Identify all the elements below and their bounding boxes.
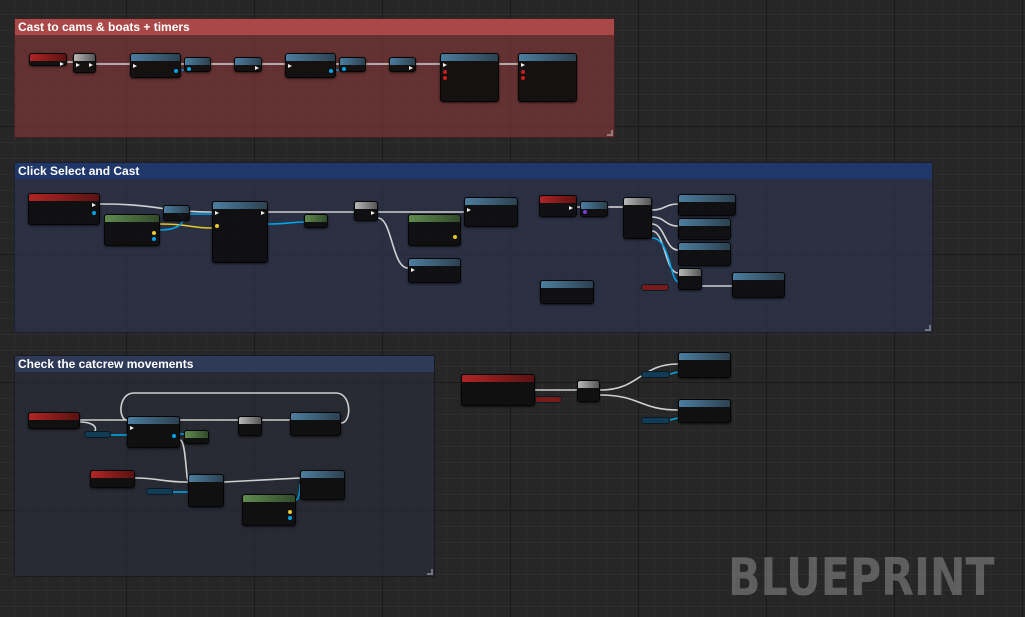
exec-pin-icon[interactable] xyxy=(92,203,96,207)
node-set-var-4[interactable] xyxy=(389,57,416,72)
node-cast-player-camera[interactable] xyxy=(130,53,181,78)
resize-grip-icon[interactable] xyxy=(427,569,433,575)
comment-title-select[interactable]: Click Select and Cast xyxy=(15,163,932,179)
exec-pin-icon[interactable] xyxy=(411,268,415,272)
comment-title-timers[interactable]: Cast to cams & boats + timers xyxy=(15,19,614,35)
node-set-var-1[interactable] xyxy=(184,57,211,72)
node-reset-2[interactable] xyxy=(678,399,731,423)
node-branch-2[interactable] xyxy=(678,268,702,290)
resize-grip-icon[interactable] xyxy=(925,325,931,331)
node-get-location-1[interactable] xyxy=(104,214,160,246)
node-switch-target-1[interactable] xyxy=(678,194,736,216)
node-spawn-system[interactable] xyxy=(212,201,268,263)
node-switch-target-3[interactable] xyxy=(678,242,731,266)
exec-pin-icon[interactable] xyxy=(443,63,447,67)
enum-pin-icon[interactable] xyxy=(583,210,587,214)
node-get-location-2[interactable] xyxy=(408,214,461,246)
exec-pin-icon[interactable] xyxy=(255,66,259,70)
reroute-red-2[interactable] xyxy=(535,396,562,403)
exec-pin-icon[interactable] xyxy=(215,211,219,215)
node-check-crew[interactable] xyxy=(408,258,461,283)
vector-pin-icon[interactable] xyxy=(215,224,219,228)
object-pin-icon[interactable] xyxy=(521,70,525,74)
object-pin-icon[interactable] xyxy=(187,67,191,71)
node-event-check[interactable] xyxy=(539,195,577,217)
node-get-all-actors[interactable] xyxy=(127,416,180,448)
node-check-crew-2[interactable] xyxy=(732,272,785,298)
object-pin-icon[interactable] xyxy=(172,434,176,438)
comment-box-select[interactable]: Click Select and Cast xyxy=(14,162,933,333)
exec-pin-icon[interactable] xyxy=(409,66,413,70)
object-pin-icon[interactable] xyxy=(92,211,96,215)
comment-box-catcrew[interactable]: Check the catcrew movements xyxy=(14,355,435,577)
node-event-reset[interactable] xyxy=(461,374,535,406)
reroute-red-1[interactable] xyxy=(641,284,669,291)
exec-pin-icon[interactable] xyxy=(261,211,265,215)
node-select-camera[interactable] xyxy=(540,280,594,304)
node-switch-target-2[interactable] xyxy=(678,218,731,240)
object-pin-icon[interactable] xyxy=(174,69,178,73)
node-switch[interactable] xyxy=(623,197,652,239)
exec-pin-icon[interactable] xyxy=(371,211,375,215)
node-reset-1[interactable] xyxy=(678,352,731,378)
reroute-blue-1[interactable] xyxy=(84,431,111,438)
object-pin-icon[interactable] xyxy=(329,69,333,73)
exec-pin-icon[interactable] xyxy=(467,208,471,212)
node-branch-3[interactable] xyxy=(238,416,262,436)
object-pin-icon[interactable] xyxy=(443,76,447,80)
exec-pin-icon[interactable] xyxy=(288,64,292,68)
node-is-valid-1[interactable] xyxy=(304,214,328,228)
node-event-click[interactable] xyxy=(28,193,100,225)
node-event-movement[interactable] xyxy=(28,412,80,429)
reroute-blue-3[interactable] xyxy=(641,371,670,378)
vector-pin-icon[interactable] xyxy=(152,231,156,235)
node-for-each[interactable] xyxy=(188,474,224,507)
object-pin-icon[interactable] xyxy=(152,237,156,241)
node-sequence[interactable] xyxy=(73,53,96,73)
node-is-valid-2[interactable] xyxy=(184,430,209,444)
node-set-var-2[interactable] xyxy=(234,57,262,72)
node-branch-1[interactable] xyxy=(354,201,378,221)
node-set-var-6[interactable] xyxy=(580,201,608,217)
object-pin-icon[interactable] xyxy=(521,76,525,80)
exec-pin-icon[interactable] xyxy=(521,63,525,67)
exec-pin-icon[interactable] xyxy=(89,63,93,67)
node-branch-4[interactable] xyxy=(577,380,600,402)
node-event-beginplay[interactable] xyxy=(29,53,67,66)
wire xyxy=(599,394,679,411)
exec-pin-icon[interactable] xyxy=(133,64,137,68)
object-pin-icon[interactable] xyxy=(443,70,447,74)
wire xyxy=(669,417,679,421)
vector-pin-icon[interactable] xyxy=(453,235,457,239)
wire xyxy=(669,371,679,375)
node-get-location-3[interactable] xyxy=(242,494,296,526)
exec-pin-icon[interactable] xyxy=(130,426,134,430)
node-set-timer-2[interactable] xyxy=(518,53,577,102)
exec-pin-icon[interactable] xyxy=(76,63,80,67)
node-cast-player-boat[interactable] xyxy=(285,53,336,78)
exec-pin-icon[interactable] xyxy=(60,62,64,66)
node-reset-gate[interactable] xyxy=(300,470,345,500)
object-pin-icon[interactable] xyxy=(288,516,292,520)
blueprint-graph-canvas[interactable]: Cast to cams & boats + timers Click Sele… xyxy=(0,0,1025,617)
reroute-blue-2[interactable] xyxy=(146,488,173,495)
object-pin-icon[interactable] xyxy=(342,67,346,71)
node-found-crew[interactable] xyxy=(290,412,341,436)
node-set-var-3[interactable] xyxy=(339,57,366,72)
blueprint-watermark: BLUEPRINT xyxy=(728,548,995,608)
reroute-blue-4[interactable] xyxy=(641,417,670,424)
resize-grip-icon[interactable] xyxy=(607,130,613,136)
node-event-found[interactable] xyxy=(90,470,135,488)
comment-title-catcrew[interactable]: Check the catcrew movements xyxy=(15,356,434,372)
vector-pin-icon[interactable] xyxy=(288,510,292,514)
exec-pin-icon[interactable] xyxy=(569,206,573,210)
node-set-timer-1[interactable] xyxy=(440,53,499,102)
node-set-var-5[interactable] xyxy=(163,205,190,221)
node-check-cast[interactable] xyxy=(464,197,518,227)
